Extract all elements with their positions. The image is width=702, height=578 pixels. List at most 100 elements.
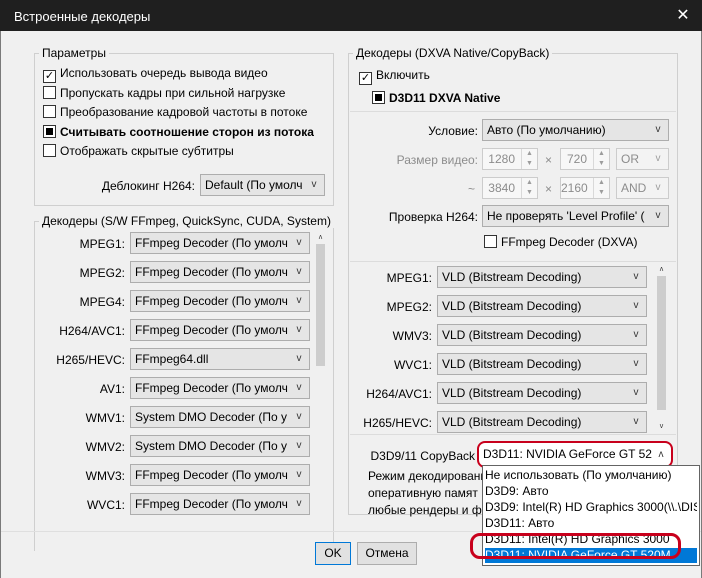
size-op2-select[interactable]: AND v xyxy=(616,177,669,199)
chevron-down-icon: v xyxy=(626,383,646,403)
chevron-down-icon: v xyxy=(648,178,668,198)
spinner-arrows-icon[interactable]: ▲ ▼ xyxy=(593,149,609,169)
checkbox-empty-icon xyxy=(43,144,56,157)
deblock-label: Деблокинг H264: xyxy=(101,179,195,193)
copyback-select[interactable]: D3D11: NVIDIA GeForce GT 52 ʌ xyxy=(477,441,673,468)
mode-text-line: Режим декодировани xyxy=(368,469,488,483)
checkbox-empty-icon xyxy=(484,235,497,248)
checkbox-empty-icon xyxy=(43,85,56,99)
chevron-down-icon: v xyxy=(648,149,668,169)
dxva-codec-select[interactable]: VLD (Bitstream Decoding) v xyxy=(437,324,647,346)
sw-codec-select[interactable]: FFmpeg Decoder (По умолч v xyxy=(130,377,310,399)
sw-codec-select[interactable]: FFmpeg Decoder (По умолч v xyxy=(130,261,310,283)
dxva-enable-label: Включить xyxy=(376,68,430,82)
h264-check-label: Проверка H264: xyxy=(388,210,478,224)
params-group-label: Параметры xyxy=(39,46,109,60)
param-checkbox[interactable]: Отображать скрытые субтитры xyxy=(43,144,234,160)
dxva-codec-select[interactable]: VLD (Bitstream Decoding) v xyxy=(437,353,647,375)
sw-codec-select[interactable]: FFmpeg Decoder (По умолч v xyxy=(130,319,310,341)
chevron-down-icon: v xyxy=(289,262,309,282)
scroll-thumb[interactable] xyxy=(657,276,666,410)
d3d11-native-checkbox[interactable]: D3D11 DXVA Native xyxy=(372,91,500,107)
dxva-codec-select[interactable]: VLD (Bitstream Decoding) v xyxy=(437,382,647,404)
sw-codec-value: FFmpeg64.dll xyxy=(135,352,209,366)
close-icon[interactable]: ✕ xyxy=(672,6,694,26)
dxva-codec-label: MPEG2: xyxy=(386,300,432,314)
param-checkbox[interactable]: Преобразование кадровой частоты в потоке xyxy=(43,105,307,121)
sw-codec-select[interactable]: FFmpeg Decoder (По умолч v xyxy=(130,464,310,486)
param-checkbox[interactable]: Считывать соотношение сторон из потока xyxy=(43,124,314,141)
chevron-up-icon: ʌ xyxy=(658,449,664,460)
checkbox-check-icon: ✓ xyxy=(359,72,372,85)
sw-codec-label: H264/AVC1: xyxy=(59,324,125,338)
sw-codec-value: FFmpeg Decoder (По умолч xyxy=(135,294,288,308)
sw-codec-select[interactable]: FFmpeg Decoder (По умолч v xyxy=(130,290,310,312)
indeterminate-square-icon xyxy=(43,124,56,138)
dxva-codec-select[interactable]: VLD (Bitstream Decoding) v xyxy=(437,266,647,288)
height-max-spinner[interactable]: 2160 ▲ ▼ xyxy=(560,177,610,199)
spinner-arrows-icon[interactable]: ▲ ▼ xyxy=(521,178,537,198)
spinner-arrows-icon[interactable]: ▲ ▼ xyxy=(593,178,609,198)
dropdown-option[interactable]: D3D11: Авто xyxy=(485,516,697,531)
deblock-select[interactable]: Default (По умолч v xyxy=(200,174,325,196)
sw-codec-label: WVC1: xyxy=(86,498,125,512)
chevron-down-icon: v xyxy=(648,206,668,226)
param-checkbox-label: Отображать скрытые субтитры xyxy=(60,144,234,158)
param-checkbox-label: Считывать соотношение сторон из потока xyxy=(60,124,314,139)
param-checkbox-label: Использовать очередь вывода видео xyxy=(60,66,268,80)
scroll-up-icon[interactable]: ʌ xyxy=(656,264,667,275)
spinner-arrows-icon[interactable]: ▲ ▼ xyxy=(521,149,537,169)
width-min-spinner[interactable]: 1280 ▲ ▼ xyxy=(482,148,538,170)
sw-codec-value: FFmpeg Decoder (По умолч xyxy=(135,468,288,482)
scroll-thumb[interactable] xyxy=(316,244,325,366)
param-checkbox[interactable]: ✓ Использовать очередь вывода видео xyxy=(43,66,268,83)
sw-codec-select[interactable]: FFmpeg Decoder (По умолч v xyxy=(130,232,310,254)
times-sign: × xyxy=(545,182,553,196)
deblock-value: Default (По умолч xyxy=(205,178,303,192)
sw-codec-label: AV1: xyxy=(99,382,125,396)
ffmpeg-dxva-checkbox[interactable]: FFmpeg Decoder (DXVA) xyxy=(484,235,637,251)
ok-button[interactable]: OK xyxy=(315,542,351,565)
cancel-button[interactable]: Отмена xyxy=(357,542,417,565)
dxva-codec-value: VLD (Bitstream Decoding) xyxy=(442,270,582,284)
dxva-group-label: Декодеры (DXVA Native/CopyBack) xyxy=(353,46,553,60)
checkbox-check-icon: ✓ xyxy=(43,70,56,83)
sw-codec-value: FFmpeg Decoder (По умолч xyxy=(135,236,288,250)
sw-codec-label: MPEG2: xyxy=(79,266,125,280)
dropdown-option[interactable]: D3D9: Intel(R) HD Graphics 3000(\\.\DISP… xyxy=(485,500,697,515)
dxva-enable-checkbox[interactable]: ✓ Включить xyxy=(359,68,430,85)
condition-label: Условие: xyxy=(428,124,478,138)
dxva-codec-select[interactable]: VLD (Bitstream Decoding) v xyxy=(437,411,647,433)
size-op1-select[interactable]: OR v xyxy=(616,148,669,170)
h264-check-select[interactable]: Не проверять 'Level Profile' ( v xyxy=(482,205,669,227)
sw-codec-select[interactable]: System DMO Decoder (По уv xyxy=(130,435,310,457)
chevron-down-icon: v xyxy=(289,494,309,514)
indeterminate-square-icon xyxy=(372,91,385,104)
copyback-value: D3D11: NVIDIA GeForce GT 52 xyxy=(483,447,652,461)
param-checkbox[interactable]: Пропускать кадры при сильной нагрузке xyxy=(43,85,285,102)
dxva-codec-select[interactable]: VLD (Bitstream Decoding) v xyxy=(437,295,647,317)
dxva-codec-label: WMV3: xyxy=(392,329,432,343)
dialog-body: Параметры ✓ Использовать очередь вывода в… xyxy=(0,31,702,578)
sw-decoders-group-label: Декодеры (S/W FFmpeg, QuickSync, CUDA, S… xyxy=(39,214,334,228)
param-checkbox-label: Преобразование кадровой частоты в потоке xyxy=(60,105,308,119)
divider xyxy=(350,434,676,435)
dropdown-option[interactable]: Не использовать (По умолчанию) xyxy=(485,468,697,483)
sw-codec-value: System DMO Decoder (По у xyxy=(135,410,287,424)
scroll-up-icon[interactable]: ʌ xyxy=(315,232,326,243)
height-min-spinner[interactable]: 720 ▲ ▼ xyxy=(560,148,610,170)
condition-select[interactable]: Авто (По умолчанию) v xyxy=(482,119,669,141)
scroll-down-icon[interactable]: v xyxy=(656,421,667,432)
annotation-oval xyxy=(470,533,681,559)
dxva-scrollbar[interactable]: ʌ v xyxy=(656,264,667,432)
sw-codec-select[interactable]: FFmpeg64.dll v xyxy=(130,348,310,370)
chevron-down-icon: v xyxy=(648,120,668,140)
width-max-spinner[interactable]: 3840 ▲ ▼ xyxy=(482,177,538,199)
sw-codec-select[interactable]: FFmpeg Decoder (По умолч v xyxy=(130,493,310,515)
sw-codec-value: FFmpeg Decoder (По умолч xyxy=(135,265,288,279)
sw-scrollbar[interactable]: ʌ xyxy=(315,232,326,392)
chevron-down-icon: v xyxy=(626,267,646,287)
dropdown-option[interactable]: D3D9: Авто xyxy=(485,484,697,499)
sw-codec-select[interactable]: System DMO Decoder (По уv xyxy=(130,406,310,428)
chevron-down-icon: v xyxy=(289,465,309,485)
